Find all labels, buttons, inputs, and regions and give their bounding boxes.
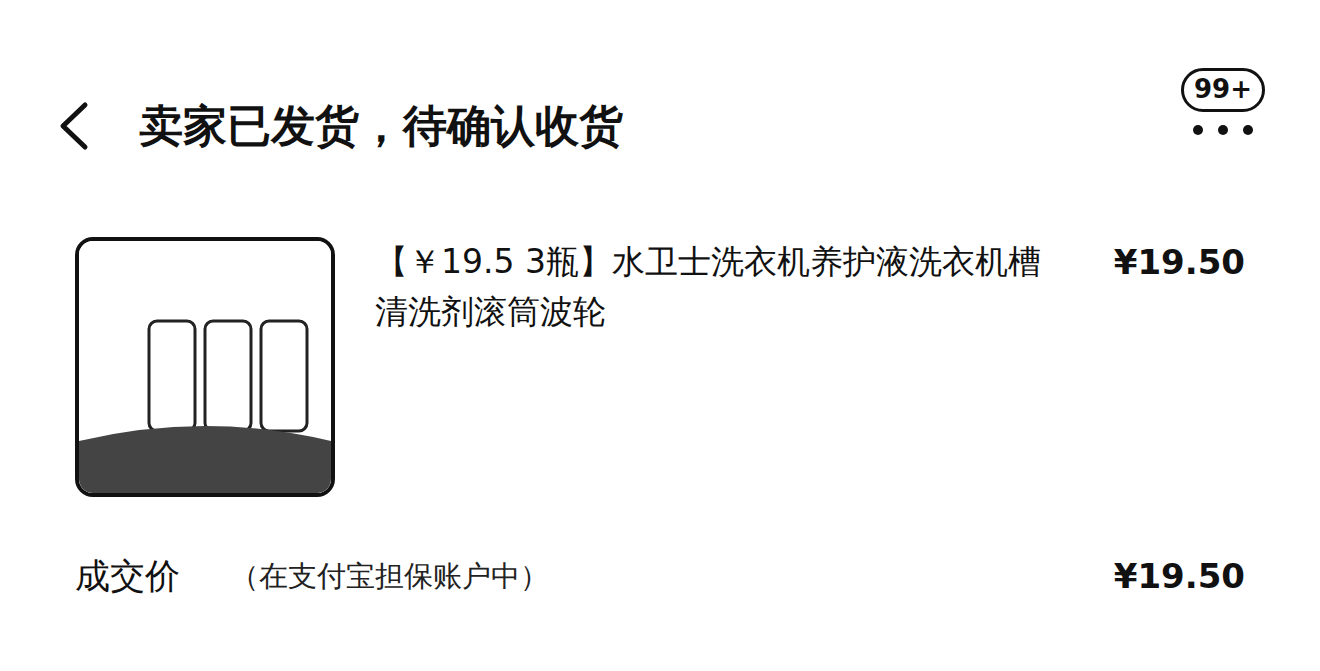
back-icon[interactable] bbox=[55, 101, 95, 151]
message-badge[interactable]: 99+ bbox=[1181, 68, 1265, 112]
product-image bbox=[75, 237, 335, 497]
title-group: 卖家已发货，待确认收货 bbox=[55, 98, 623, 153]
deal-row: 成交价 （在支付宝担保账户中） ¥19.50 bbox=[0, 551, 1320, 602]
deal-note: （在支付宝担保账户中） bbox=[230, 557, 549, 597]
order-page: 卖家已发货，待确认收货 99+ 【￥19.5 3瓶】水卫士洗衣机养护液洗衣机槽清… bbox=[0, 0, 1320, 671]
deal-price: ¥19.50 bbox=[1114, 551, 1245, 602]
product-price: ¥19.50 bbox=[1114, 237, 1245, 288]
page-title: 卖家已发货，待确认收货 bbox=[139, 98, 623, 153]
order-item[interactable]: 【￥19.5 3瓶】水卫士洗衣机养护液洗衣机槽清洗剂滚筒波轮 ¥19.50 bbox=[0, 237, 1320, 497]
more-icon[interactable] bbox=[1188, 124, 1258, 136]
product-title: 【￥19.5 3瓶】水卫士洗衣机养护液洗衣机槽清洗剂滚筒波轮 bbox=[375, 237, 1074, 336]
header: 卖家已发货，待确认收货 99+ bbox=[0, 0, 1320, 153]
product-photo-icon bbox=[79, 241, 331, 493]
more-menu[interactable]: 99+ bbox=[1181, 68, 1265, 136]
deal-label: 成交价 bbox=[75, 553, 180, 600]
